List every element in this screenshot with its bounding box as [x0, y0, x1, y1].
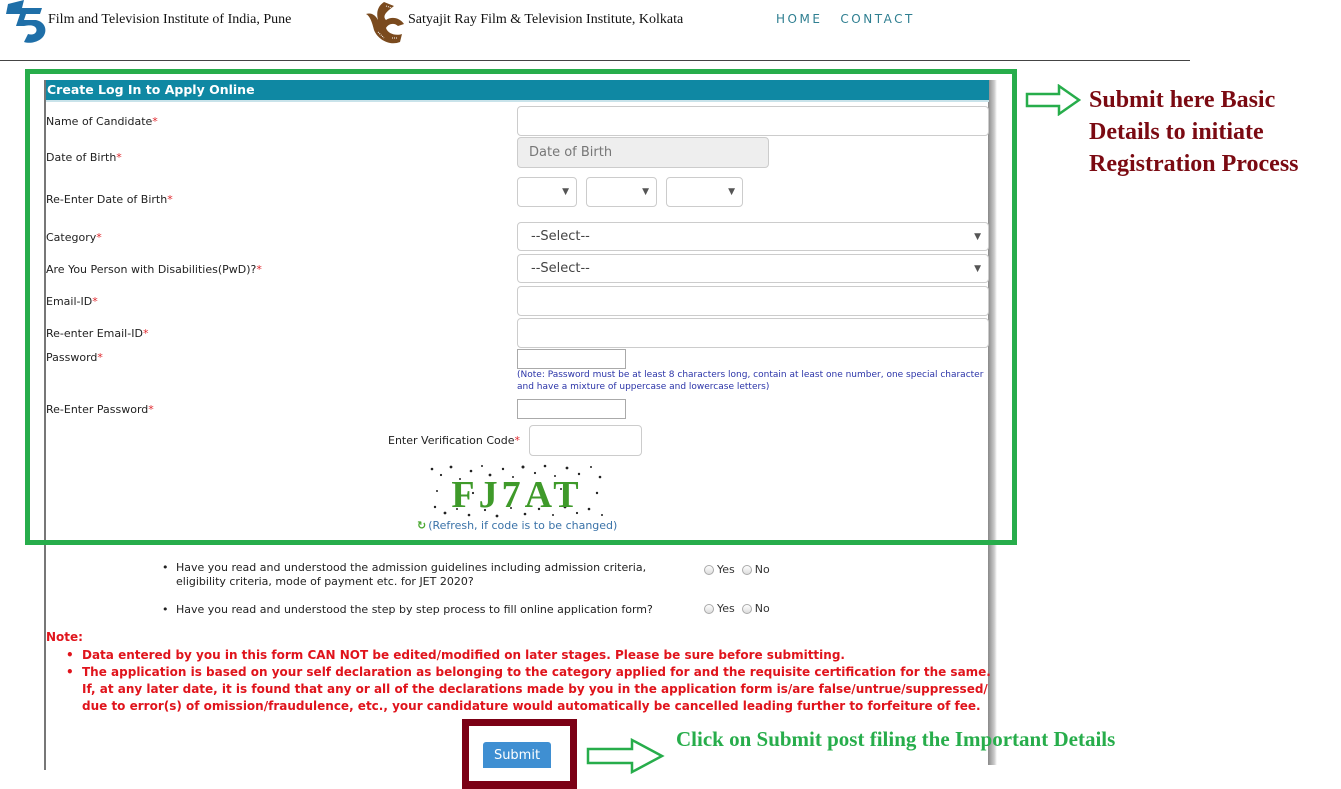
chevron-down-icon: ▼ [974, 264, 981, 274]
institute-name-srfti: Satyajit Ray Film & Television Institute… [408, 12, 684, 27]
email-input[interactable] [517, 286, 989, 316]
note-item: The application is based on your self de… [66, 664, 992, 715]
dob-month-select[interactable]: ▼ [586, 177, 657, 207]
chevron-down-icon: ▼ [562, 187, 569, 197]
chevron-down-icon: ▼ [642, 187, 649, 197]
question-process-radios: Yes No [704, 602, 774, 615]
chevron-down-icon: ▼ [974, 232, 981, 242]
question-process: Have you read and understood the step by… [162, 603, 696, 617]
top-nav: HOME CONTACT [776, 12, 915, 26]
annotation-basic-details: Submit here Basic Details to initiate Re… [1089, 87, 1299, 177]
guidelines-no-radio[interactable] [741, 564, 752, 575]
pwd-label: Are You Person with Disabilities(PwD)?* [46, 263, 262, 276]
captcha-image: FJ7AT [427, 463, 607, 518]
note-title: Note: [46, 630, 83, 644]
header-divider [0, 60, 1190, 61]
process-no-radio[interactable] [741, 603, 752, 614]
institute-name-ftii: Film and Television Institute of India, … [48, 12, 292, 27]
question-guidelines: Have you read and understood the admissi… [162, 561, 696, 589]
candidate-name-input[interactable] [517, 106, 989, 136]
refresh-icon: ↻ [417, 519, 427, 532]
pwd-select[interactable]: --Select-- ▼ [517, 254, 989, 283]
name-label: Name of Candidate* [46, 115, 158, 128]
right-arrow-icon [586, 738, 665, 774]
refresh-captcha-link[interactable]: ↻ (Refresh, if code is to be changed) [417, 519, 617, 532]
nav-contact-link[interactable]: CONTACT [840, 12, 914, 26]
captcha-text: FJ7AT [451, 474, 582, 516]
srfti-logo-icon [366, 2, 404, 44]
guidelines-yes-radio[interactable] [704, 564, 714, 575]
email-reenter-input[interactable] [517, 318, 989, 348]
note-list: Data entered by you in this form CAN NOT… [66, 647, 992, 715]
ftii-logo-icon [6, 0, 46, 43]
process-yes-radio[interactable] [704, 603, 714, 614]
password-reenter-label: Re-Enter Password* [46, 403, 154, 416]
password-requirements-note: (Note: Password must be at least 8 chara… [517, 370, 984, 392]
form-title: Create Log In to Apply Online [46, 80, 989, 102]
password-label: Password* [46, 351, 103, 364]
verification-code-input[interactable] [529, 425, 642, 456]
note-item: Data entered by you in this form CAN NOT… [66, 647, 992, 664]
password-reenter-input[interactable] [517, 399, 626, 419]
nav-home-link[interactable]: HOME [776, 12, 822, 26]
dob-year-select[interactable]: ▼ [666, 177, 743, 207]
category-select[interactable]: --Select-- ▼ [517, 222, 989, 251]
category-label: Category* [46, 231, 102, 244]
email-reenter-label: Re-enter Email-ID* [46, 327, 149, 340]
right-arrow-icon [1025, 84, 1081, 116]
annotation-submit-hint: Click on Submit post filing the Importan… [676, 727, 1116, 751]
password-input[interactable] [517, 349, 626, 369]
chevron-down-icon: ▼ [728, 187, 735, 197]
question-guidelines-radios: Yes No [704, 563, 774, 576]
verification-code-label: Enter Verification Code* [388, 434, 520, 447]
dob-reenter-label: Re-Enter Date of Birth* [46, 193, 173, 206]
submit-button[interactable]: Submit [483, 742, 551, 768]
dob-input[interactable]: Date of Birth [517, 137, 769, 168]
email-label: Email-ID* [46, 295, 98, 308]
dob-label: Date of Birth* [46, 151, 122, 164]
dob-day-select[interactable]: ▼ [517, 177, 577, 207]
